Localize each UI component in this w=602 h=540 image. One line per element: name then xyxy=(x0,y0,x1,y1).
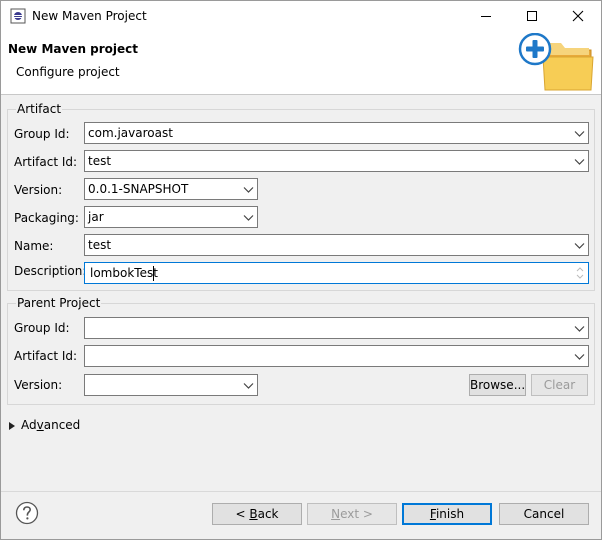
version-label: Version: xyxy=(14,183,63,197)
version-value: 0.0.1-SNAPSHOT xyxy=(88,182,189,196)
clear-button[interactable]: Clear xyxy=(531,374,588,396)
maximize-button[interactable] xyxy=(509,1,555,31)
help-icon[interactable] xyxy=(15,501,39,525)
chevron-down-icon[interactable] xyxy=(243,380,254,391)
artifact-id-value: test xyxy=(88,154,112,168)
scroll-arrows-icon[interactable] xyxy=(574,264,586,282)
chevron-down-icon[interactable] xyxy=(574,128,585,139)
advanced-label: Advanced xyxy=(21,418,81,432)
finish-button[interactable]: Finish xyxy=(402,503,492,525)
page-subtitle: Configure project xyxy=(16,65,120,79)
wizard-header: New Maven project Configure project xyxy=(1,31,601,95)
expand-triangle-icon xyxy=(9,422,15,430)
eclipse-window-icon xyxy=(10,8,26,24)
window-title: New Maven Project xyxy=(32,9,147,23)
chevron-down-icon[interactable] xyxy=(574,240,585,251)
maximize-icon xyxy=(527,11,537,21)
group-id-combo[interactable]: com.javaroast xyxy=(84,122,589,144)
browse-button[interactable]: Browse... xyxy=(469,374,526,396)
text-caret xyxy=(153,266,154,281)
packaging-label: Packaging: xyxy=(14,211,79,225)
chevron-down-icon[interactable] xyxy=(243,212,254,223)
parent-group-id-combo[interactable] xyxy=(84,317,589,339)
chevron-down-icon[interactable] xyxy=(574,323,585,334)
artifact-id-combo[interactable]: test xyxy=(84,150,589,172)
parent-project-group-label: Parent Project xyxy=(16,296,102,310)
close-icon xyxy=(572,10,584,22)
dialog-window: New Maven Project New Maven project Conf… xyxy=(0,0,602,540)
group-id-label: Group Id: xyxy=(14,127,70,141)
name-value: test xyxy=(88,238,112,252)
cancel-button[interactable]: Cancel xyxy=(499,503,589,525)
parent-artifact-id-combo[interactable] xyxy=(84,345,589,367)
description-textarea[interactable]: lombokTest xyxy=(84,262,589,284)
description-value: lombokTest xyxy=(90,266,158,280)
group-id-value: com.javaroast xyxy=(88,126,173,140)
description-label: Description: xyxy=(14,264,87,278)
back-button[interactable]: < Back xyxy=(212,503,302,525)
minimize-button[interactable] xyxy=(463,1,509,31)
parent-group-id-label: Group Id: xyxy=(14,321,70,335)
page-title: New Maven project xyxy=(8,42,139,56)
parent-version-label: Version: xyxy=(14,378,63,392)
close-button[interactable] xyxy=(555,1,601,31)
new-folder-plus-icon xyxy=(518,33,594,91)
chevron-down-icon[interactable] xyxy=(574,156,585,167)
minimize-icon xyxy=(481,16,491,17)
parent-artifact-id-label: Artifact Id: xyxy=(14,349,78,363)
name-combo[interactable]: test xyxy=(84,234,589,256)
artifact-id-label: Artifact Id: xyxy=(14,155,78,169)
packaging-combo[interactable]: jar xyxy=(84,206,258,228)
name-label: Name: xyxy=(14,239,54,253)
title-bar[interactable]: New Maven Project xyxy=(1,1,601,31)
footer-divider xyxy=(1,491,601,492)
artifact-group-label: Artifact xyxy=(16,102,63,116)
chevron-down-icon[interactable] xyxy=(574,351,585,362)
packaging-value: jar xyxy=(88,210,104,224)
parent-version-combo[interactable] xyxy=(84,374,258,396)
next-button[interactable]: Next > xyxy=(307,503,397,525)
version-combo[interactable]: 0.0.1-SNAPSHOT xyxy=(84,178,258,200)
chevron-down-icon[interactable] xyxy=(243,184,254,195)
